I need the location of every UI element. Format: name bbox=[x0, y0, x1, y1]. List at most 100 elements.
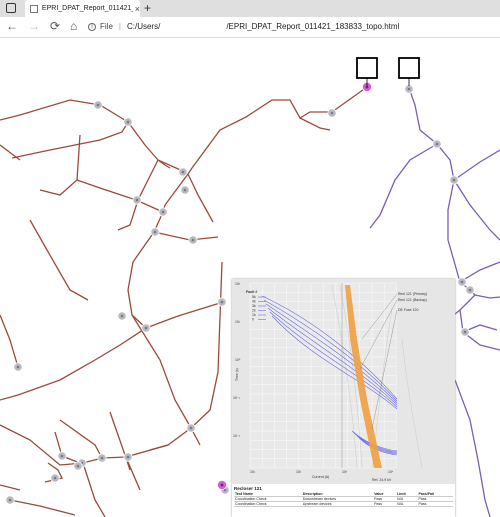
forward-button[interactable]: → bbox=[28, 19, 40, 33]
feeder-segment bbox=[153, 231, 219, 241]
device-marker-box[interactable] bbox=[356, 57, 378, 79]
bus-node-center bbox=[96, 103, 100, 107]
feeder-segment bbox=[0, 484, 21, 491]
table-cell: N/A bbox=[396, 501, 418, 507]
close-tab-icon[interactable]: × bbox=[135, 4, 140, 14]
bus-node-center bbox=[8, 498, 12, 502]
reference-voltage: Ref. 24.9 kV bbox=[372, 478, 392, 482]
file-label: File bbox=[100, 22, 113, 31]
bus-node-center bbox=[153, 230, 157, 234]
bus-node[interactable] bbox=[158, 207, 168, 217]
feeder-segment bbox=[59, 419, 103, 459]
feeder-segment bbox=[149, 444, 169, 451]
bus-node-center bbox=[463, 330, 467, 334]
legend-label: 4k bbox=[252, 300, 256, 304]
feeder-segment bbox=[0, 144, 21, 161]
feeder-segment bbox=[117, 159, 159, 231]
file-icon bbox=[30, 4, 38, 13]
bus-node[interactable] bbox=[178, 167, 188, 177]
bus-node-center bbox=[126, 455, 130, 459]
table-cell: Pass bbox=[417, 501, 453, 507]
x-tick-label: 10⁴ bbox=[388, 470, 394, 474]
home-button[interactable]: ⌂ bbox=[70, 19, 77, 33]
recloser-info: Recloser 121 Test Name Description Value… bbox=[232, 485, 455, 507]
device-label: DE Fuse 120 bbox=[398, 308, 418, 312]
tcc-plot: 10² 10¹ 10⁰ 10⁻¹ 10⁻² Time (s) 10¹ 10² 1… bbox=[232, 279, 455, 484]
bus-node[interactable] bbox=[432, 139, 442, 149]
feeder-segment bbox=[39, 134, 81, 196]
bus-node[interactable] bbox=[460, 327, 470, 337]
bus-node-center bbox=[16, 365, 20, 369]
feeder-segment bbox=[369, 143, 438, 229]
bus-node[interactable] bbox=[13, 362, 23, 372]
bus-node-center bbox=[135, 198, 139, 202]
bus-node-center bbox=[407, 87, 411, 91]
feeder-segment bbox=[454, 379, 491, 517]
bus-node[interactable] bbox=[50, 473, 60, 483]
bus-node-center bbox=[100, 456, 104, 460]
bus-node[interactable] bbox=[188, 235, 198, 245]
address-bar[interactable]: i File | C:/Users/ /EPRI_DPAT_Report_011… bbox=[88, 19, 498, 34]
address-separator: | bbox=[118, 22, 121, 31]
legend-label: 2k bbox=[252, 309, 256, 313]
legend-label: 3k bbox=[252, 304, 256, 308]
y-axis-label: Time (s) bbox=[235, 368, 239, 381]
browser-tab[interactable]: EPRI_DPAT_Report_011421_183833 × bbox=[25, 0, 140, 17]
bus-node[interactable] bbox=[404, 84, 414, 94]
reload-button[interactable]: ⟳ bbox=[50, 19, 60, 33]
feeder-segment bbox=[0, 261, 223, 466]
bus-node-center bbox=[181, 170, 185, 174]
bus-node[interactable] bbox=[327, 108, 337, 118]
table-row: Coordination Check Upstream devices Pass… bbox=[234, 501, 453, 507]
device-marker-box[interactable] bbox=[398, 57, 420, 79]
bus-node[interactable] bbox=[123, 117, 133, 127]
bus-node[interactable] bbox=[132, 195, 142, 205]
bus-node-center bbox=[126, 120, 130, 124]
device-curve bbox=[401, 338, 423, 469]
bus-node[interactable] bbox=[180, 185, 190, 195]
bus-node[interactable] bbox=[465, 285, 475, 295]
bus-node-center bbox=[144, 326, 148, 330]
url-path: C:/Users/ bbox=[126, 22, 161, 31]
bus-node-center bbox=[468, 288, 472, 292]
feeder-segment bbox=[145, 302, 221, 329]
new-tab-button[interactable]: + bbox=[144, 1, 151, 15]
table-cell: Pass bbox=[373, 501, 397, 507]
feeder-segment bbox=[187, 173, 214, 223]
bus-node-center bbox=[220, 300, 224, 304]
feeder-segment bbox=[76, 179, 164, 213]
info-icon[interactable]: i bbox=[88, 22, 96, 31]
bus-node[interactable] bbox=[93, 100, 103, 110]
y-tick-label: 10² bbox=[235, 282, 241, 286]
bus-node[interactable] bbox=[123, 452, 133, 462]
bus-node-center bbox=[189, 426, 193, 430]
feeder-segment bbox=[11, 121, 129, 159]
tcc-popup[interactable]: 10² 10¹ 10⁰ 10⁻¹ 10⁻² Time (s) 10¹ 10² 1… bbox=[232, 279, 455, 517]
back-button[interactable]: ← bbox=[6, 19, 18, 33]
x-tick-label: 10³ bbox=[342, 470, 348, 474]
selected-device-node[interactable] bbox=[216, 479, 227, 490]
bus-node-center bbox=[460, 280, 464, 284]
bus-node[interactable] bbox=[73, 461, 83, 471]
window-menu-icon[interactable] bbox=[6, 3, 16, 13]
bus-node[interactable] bbox=[457, 277, 467, 287]
bus-node[interactable] bbox=[150, 227, 160, 237]
bus-node[interactable] bbox=[97, 453, 107, 463]
bus-node[interactable] bbox=[117, 311, 127, 321]
y-tick-label: 10⁰ bbox=[235, 358, 241, 362]
url-file: /EPRI_DPAT_Report_011421_183833_topo.htm… bbox=[226, 22, 400, 31]
bus-node[interactable] bbox=[5, 495, 15, 505]
bus-node[interactable] bbox=[449, 175, 459, 185]
bus-node-center bbox=[53, 476, 57, 480]
x-axis-label: Current (A) bbox=[312, 475, 329, 479]
bus-node[interactable] bbox=[217, 297, 227, 307]
bus-node[interactable] bbox=[186, 423, 196, 433]
bus-node[interactable] bbox=[57, 451, 67, 461]
feeder-segment bbox=[9, 499, 76, 516]
bus-node-center bbox=[435, 142, 439, 146]
device-label: Recl 121 (Primary) bbox=[398, 292, 427, 296]
bus-node[interactable] bbox=[141, 323, 151, 333]
legend-label: 0 bbox=[252, 318, 254, 322]
feeder-segment bbox=[453, 179, 500, 241]
y-tick-label: 10⁻¹ bbox=[233, 396, 241, 400]
